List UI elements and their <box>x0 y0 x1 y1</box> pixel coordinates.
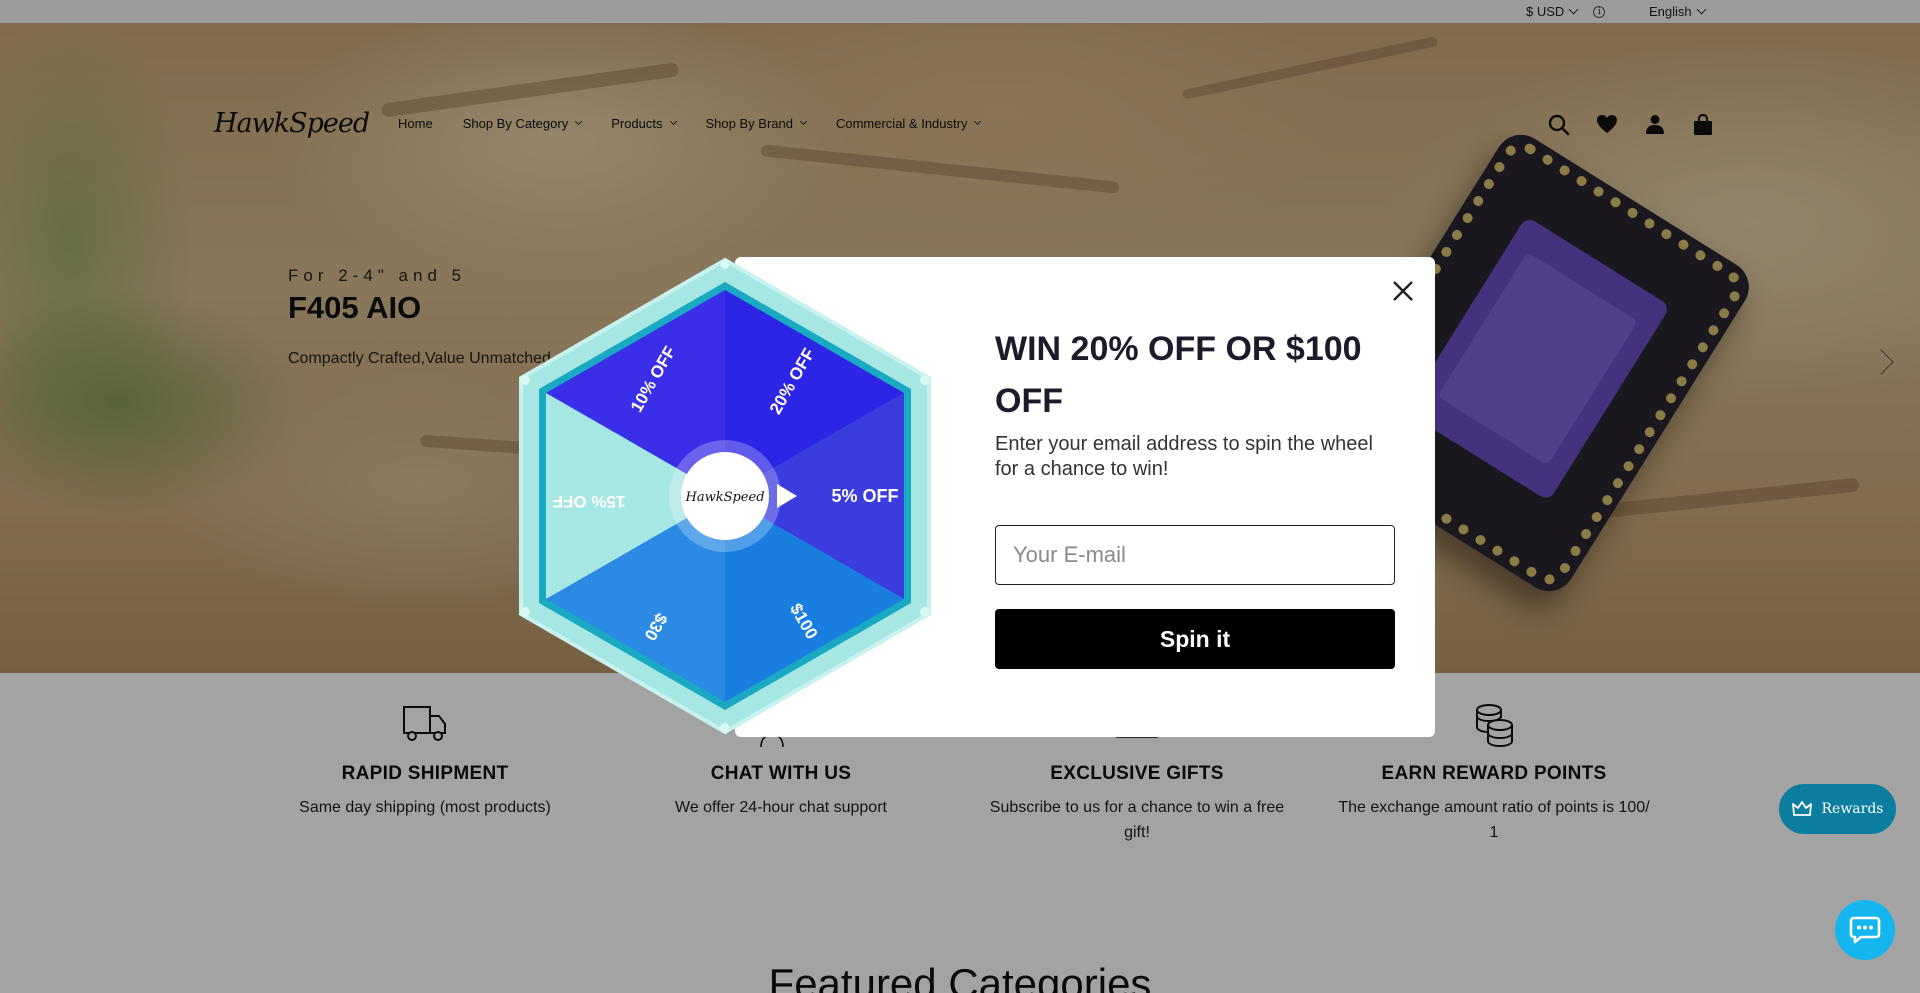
close-icon <box>1393 281 1413 301</box>
popup-text: Enter your email address to spin the whe… <box>995 433 1373 480</box>
wheel-center-logo: HawkSpeed <box>684 490 764 505</box>
crown-icon <box>1791 801 1812 816</box>
rewards-button[interactable]: Rewards <box>1779 784 1896 834</box>
spin-button[interactable]: Spin it <box>995 609 1395 669</box>
email-field[interactable] <box>995 525 1395 585</box>
wheel-label: 5% OFF <box>831 486 898 506</box>
wheel-label: 15% OFF <box>553 492 626 511</box>
chat-icon <box>1849 916 1881 944</box>
rewards-label: Rewards <box>1821 801 1884 817</box>
prize-wheel: 10% OFF 20% OFF 5% OFF $100 $30 15% OFF … <box>519 257 931 735</box>
chat-button[interactable] <box>1835 900 1895 960</box>
close-button[interactable] <box>1386 274 1420 308</box>
popup-title: WIN 20% OFF OR $100 OFF <box>995 330 1362 420</box>
